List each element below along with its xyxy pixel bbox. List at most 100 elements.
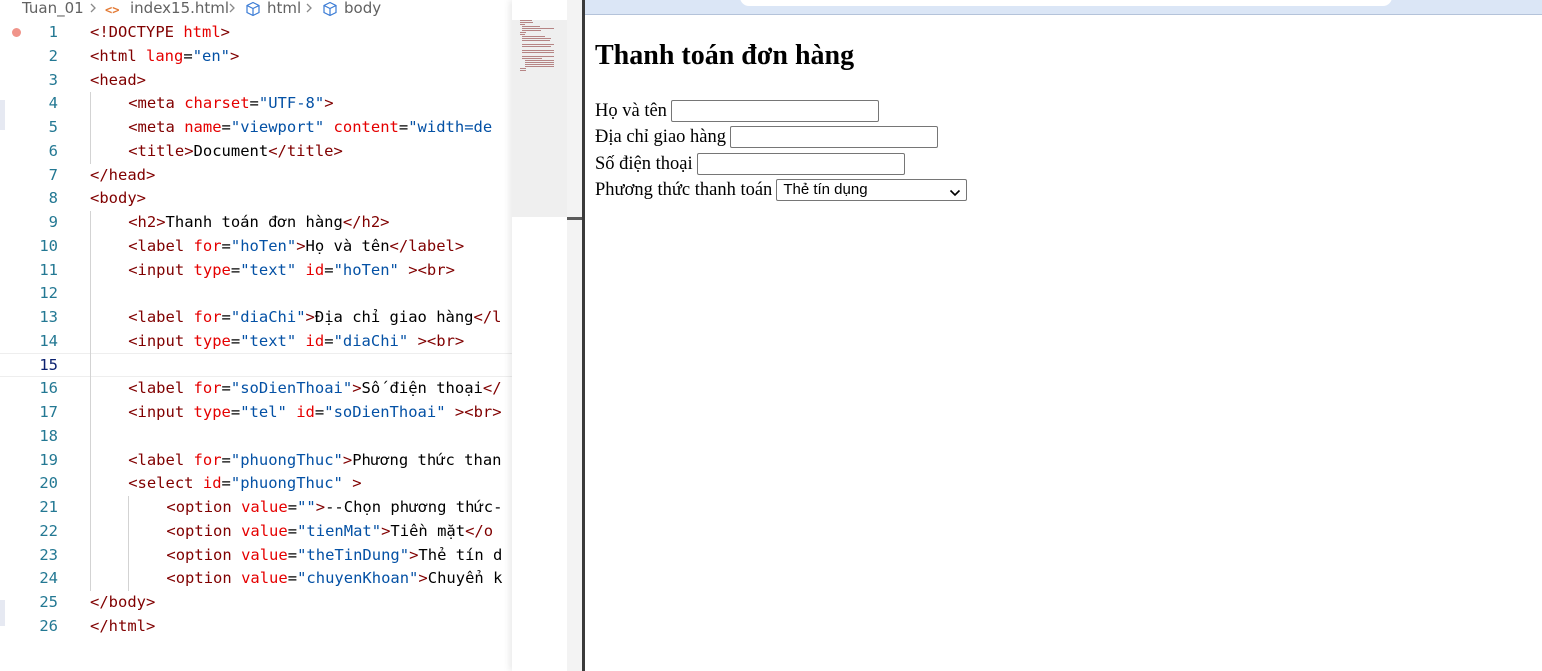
dia-chi-input[interactable] — [730, 126, 938, 148]
code-line[interactable]: 16 <label for="soDienThoai">Số điện thoại… — [0, 376, 512, 400]
line-number: 11 — [39, 260, 58, 279]
breadcrumb-element-html[interactable]: html — [267, 0, 301, 18]
browser-preview: Thanh toán đơn hàng Họ và tên Địa chỉ gi… — [582, 0, 1542, 671]
line-number: 19 — [39, 450, 58, 469]
code-line[interactable]: 4 <meta charset="UTF-8"> — [0, 91, 512, 115]
indent-guide — [90, 92, 91, 164]
line-number: 21 — [39, 498, 58, 516]
code-line[interactable]: 10 <label for="hoTen">Họ và tên</label> — [0, 234, 512, 258]
dia-chi-label[interactable]: Địa chỉ giao hàng — [595, 124, 726, 150]
line-number: 7 — [48, 165, 58, 184]
line-number: 10 — [39, 236, 58, 255]
minimap-slider[interactable] — [512, 20, 570, 217]
line-number: 17 — [39, 403, 58, 421]
address-bar[interactable] — [740, 0, 1392, 6]
code-text[interactable]: <head> — [90, 68, 146, 92]
indent-guide — [90, 211, 91, 591]
code-line[interactable]: 9 <h2>Thanh toán đơn hàng</h2> — [0, 210, 512, 234]
code-line[interactable]: 20 <select id="phuongThuc" > — [0, 471, 512, 495]
code-line[interactable]: 1 <!DOCTYPE html> — [0, 20, 512, 44]
code-text[interactable]: <option value="chuyenKhoan">Chuyển k — [166, 566, 502, 590]
code-text[interactable]: <select id="phuongThuc" > — [128, 471, 361, 495]
code-text[interactable]: <meta charset="UTF-8"> — [128, 91, 333, 115]
code-line[interactable]: 26 </html> — [0, 614, 512, 638]
code-line[interactable]: 12 — [0, 281, 512, 305]
browser-toolbar — [585, 0, 1542, 15]
line-number: 2 — [48, 46, 58, 65]
code-text[interactable]: <label for="soDienThoai">Số điện thoại</ — [128, 376, 501, 400]
code-line[interactable]: 8 <body> — [0, 186, 512, 210]
breadcrumb: Tuan_01 <> index15.html html body — [0, 0, 582, 18]
code-line[interactable]: 6 <title>Document</title> — [0, 139, 512, 163]
code-line[interactable]: 5 <meta name="viewport" content="width=de — [0, 115, 512, 139]
code-line[interactable]: 11 <input type="text" id="hoTen" ><br> — [0, 258, 512, 282]
code-text[interactable]: <label for="hoTen">Họ và tên</label> — [128, 234, 464, 258]
code-text[interactable]: <option value="">--Chọn phương thức- — [166, 495, 502, 519]
code-text[interactable]: </body> — [90, 590, 155, 614]
indent-guide — [128, 496, 129, 591]
editor-scrollbar-thumb[interactable] — [567, 217, 582, 220]
chevron-down-icon — [949, 185, 961, 202]
line-number: 13 — [39, 308, 58, 326]
editor-scrollbar[interactable] — [567, 0, 582, 671]
phuong-thuc-label[interactable]: Phương thức thanh toán — [595, 177, 772, 203]
code-text[interactable]: <html lang="en"> — [90, 44, 239, 68]
code-line[interactable]: 3 <head> — [0, 68, 512, 92]
ho-ten-label[interactable]: Họ và tên — [595, 98, 667, 124]
code-text[interactable]: <body> — [90, 186, 146, 210]
line-number: 18 — [39, 426, 58, 445]
code-line[interactable]: 18 — [0, 424, 512, 448]
code-line[interactable]: 7 </head> — [0, 163, 512, 187]
code-line[interactable]: 25 </body> — [0, 590, 512, 614]
line-number: 24 — [39, 569, 58, 588]
so-dien-thoai-input[interactable] — [696, 153, 905, 175]
code-text[interactable]: <label for="phuongThuc">Phương thức than — [128, 448, 501, 472]
code-line[interactable]: 24 <option value="chuyenKhoan">Chuyển k — [0, 566, 512, 590]
line-number: 5 — [48, 118, 58, 136]
code-editor-pane[interactable]: Tuan_01 <> index15.html html body 1 <!DOC… — [0, 0, 582, 671]
html-file-icon: <> — [105, 3, 120, 17]
line-number: 6 — [48, 141, 58, 160]
code-text[interactable]: <input type="text" id="diaChi" ><br> — [128, 329, 464, 353]
code-text[interactable]: <option value="tienMat">Tiền mặt</o — [166, 519, 493, 543]
code-line[interactable]: 2 <html lang="en"> — [0, 44, 512, 68]
so-dien-thoai-label[interactable]: Số điện thoại — [595, 151, 693, 177]
code-line[interactable]: 14 <input type="text" id="diaChi" ><br> — [0, 329, 512, 353]
breadcrumb-element-body[interactable]: body — [344, 0, 381, 18]
line-number: 23 — [39, 545, 58, 564]
code-text[interactable]: <input type="text" id="hoTen" ><br> — [128, 258, 455, 282]
line-number: 4 — [48, 94, 58, 113]
code-text[interactable]: <label for="diaChi">Địa chỉ giao hàng</l — [128, 305, 501, 329]
line-number: 1 — [48, 23, 58, 41]
code-text[interactable]: <title>Document</title> — [128, 139, 343, 163]
line-number: 14 — [39, 331, 58, 350]
code-text[interactable]: <input type="tel" id="soDienThoai" ><br> — [128, 400, 501, 424]
form-row-so-dien-thoai: Số điện thoại — [595, 151, 905, 177]
code-text[interactable]: <!DOCTYPE html> — [90, 20, 230, 44]
code-line[interactable]: 13 <label for="diaChi">Địa chỉ giao hàng<… — [0, 305, 512, 329]
code-line[interactable]: 17 <input type="tel" id="soDienThoai" ><b… — [0, 400, 512, 424]
breadcrumb-file[interactable]: index15.html — [130, 0, 229, 18]
code-line[interactable]: 19 <label for="phuongThuc">Phương thức th… — [0, 448, 512, 472]
breadcrumb-folder[interactable]: Tuan_01 — [22, 0, 84, 18]
breakpoint-dot[interactable] — [12, 28, 21, 37]
line-number: 3 — [48, 70, 58, 89]
code-line[interactable]: 15 — [0, 352, 512, 377]
code-text[interactable]: <option value="theTinDung">Thẻ tín d — [166, 543, 502, 567]
code-line[interactable]: 21 <option value="">--Chọn phương thức- — [0, 495, 512, 519]
ho-ten-input[interactable] — [670, 100, 879, 122]
phuong-thuc-selected: Thẻ tín dụng — [783, 181, 868, 198]
phuong-thuc-select[interactable]: Thẻ tín dụng — [776, 179, 968, 202]
line-number: 15 — [39, 355, 58, 374]
cube-icon — [322, 1, 338, 21]
code-line[interactable]: 23 <option value="theTinDung">Thẻ tín d — [0, 543, 512, 567]
line-number: 8 — [48, 189, 58, 208]
code-text[interactable]: </html> — [90, 614, 155, 638]
code-text[interactable]: <meta name="viewport" content="width=de — [128, 115, 492, 139]
code-line[interactable]: 22 <option value="tienMat">Tiền mặt</o — [0, 519, 512, 543]
line-number: 20 — [39, 474, 58, 493]
code-text[interactable]: <h2>Thanh toán đơn hàng</h2> — [128, 210, 389, 234]
cube-icon — [245, 1, 261, 21]
page-title: Thanh toán đơn hàng — [595, 40, 855, 71]
code-text[interactable]: </head> — [90, 163, 155, 187]
